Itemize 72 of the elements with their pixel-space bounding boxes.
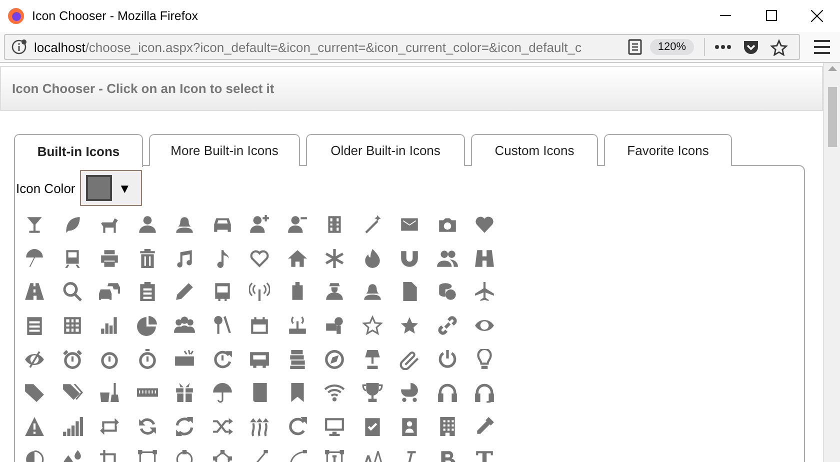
redo-icon[interactable] [286,416,308,437]
minimize-icon[interactable] [720,15,730,16]
color-picker-button[interactable]: ▼ [80,170,142,206]
eye-slash-icon[interactable] [24,348,46,370]
wifi-icon[interactable] [324,382,346,404]
tab[interactable]: Built-in Icons [14,134,143,167]
icon-color-label: Icon Color [16,180,76,196]
url-text: localhost/choose_icon.aspx?icon_default=&icon_current=&icon_current_color=&icon_default_c [34,40,582,54]
address-bar[interactable]: localhost/choose_icon.aspx?icon_default=&icon_current=&icon_current_color=&icon_default_c 120% [4,34,800,60]
close-icon[interactable] [811,10,823,22]
router-icon[interactable] [286,315,308,336]
person-icon[interactable] [136,214,158,236]
antenna-icon[interactable] [249,281,270,302]
maximize-icon[interactable] [766,10,776,21]
grid-chart-icon[interactable] [62,315,83,336]
person-hat-icon[interactable] [324,281,346,302]
paperclip-icon[interactable] [399,348,420,370]
woman-icon[interactable] [362,281,383,302]
monitor-icon[interactable] [324,416,346,437]
tab[interactable]: Favorite Icons [604,134,732,166]
printer-icon[interactable] [99,248,120,269]
people-icon[interactable] [436,248,458,269]
shuffle-icon[interactable] [212,416,233,437]
snowflake-icon[interactable] [324,248,346,269]
beach-umbrella-icon[interactable] [24,248,46,269]
pie-chart-icon[interactable] [136,315,158,336]
umbrella-icon[interactable] [212,382,233,404]
woman-icon[interactable] [174,214,196,236]
gift-icon[interactable] [174,382,196,404]
sync-icon[interactable] [174,416,196,437]
person-minus-icon[interactable] [286,214,308,236]
star-icon[interactable] [399,315,420,336]
info-icon[interactable] [11,39,27,55]
history-icon[interactable] [212,348,233,370]
refresh-icon[interactable] [136,416,158,437]
airplane-icon[interactable] [474,281,496,302]
binoculars-icon[interactable] [474,248,496,269]
headphones-icon[interactable] [436,382,458,404]
headset-icon[interactable] [474,382,496,404]
reader-view-icon[interactable] [628,39,642,55]
signal-bars-icon[interactable] [62,416,83,437]
person-plus-icon[interactable] [249,214,270,236]
heart-outline-icon[interactable] [249,248,270,269]
browser-logo-icon [8,8,24,24]
trophy-icon[interactable] [362,382,383,404]
pencil-icon[interactable] [174,281,196,302]
zoom-level-button[interactable]: 120% [650,39,694,55]
tab[interactable]: Older Built-in Icons [306,134,465,166]
repeat-icon[interactable] [99,416,120,437]
coins-icon[interactable] [436,281,458,302]
heart-icon[interactable] [474,214,496,236]
compass-icon[interactable] [324,348,346,370]
calendar-icon[interactable] [249,315,270,336]
bucket-broom-icon[interactable] [99,382,120,404]
power-icon[interactable] [436,348,458,370]
heat-icon[interactable] [249,416,270,437]
star-outline-icon[interactable] [362,315,383,336]
search-icon[interactable] [62,281,83,302]
tag-icon[interactable] [24,382,46,404]
window-title: Icon Chooser - Mozilla Firefox [32,8,200,22]
warning-icon[interactable] [24,416,46,437]
alarm-clock-icon[interactable] [62,348,83,370]
scrollbar-thumb[interactable] [828,87,836,147]
house-icon[interactable] [286,248,308,269]
eyedropper-icon[interactable] [474,416,496,437]
stroller-icon[interactable] [399,382,420,404]
road-icon[interactable] [24,281,46,302]
page-header: Icon Chooser - Click on an Icon to select it [0,66,823,111]
link-icon[interactable] [436,315,458,336]
stopwatch-icon[interactable] [136,348,158,370]
tab[interactable]: More Built-in Icons [149,134,300,166]
tab[interactable]: Custom Icons [471,134,598,166]
